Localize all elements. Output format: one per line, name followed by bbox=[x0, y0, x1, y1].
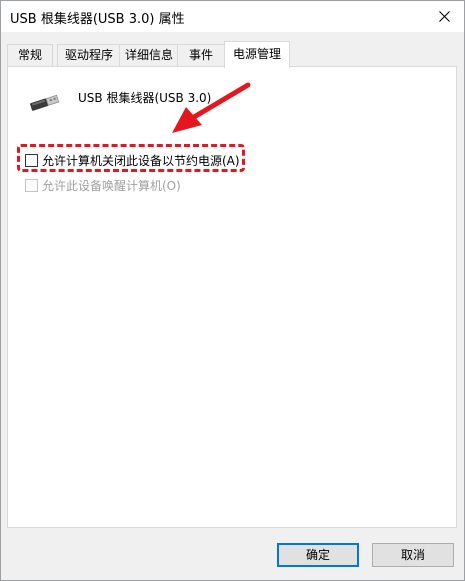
ok-button[interactable]: 确定 bbox=[277, 543, 359, 567]
title-bar[interactable]: USB 根集线器(USB 3.0) 属性 bbox=[1, 1, 464, 32]
tab-strip: 常规 驱动程序 详细信息 事件 电源管理 bbox=[7, 41, 462, 68]
close-icon bbox=[438, 11, 450, 22]
highlight-annotation-box bbox=[17, 144, 245, 172]
allow-wake-option: 允许此设备唤醒计算机(O) bbox=[25, 177, 181, 193]
tab-details[interactable]: 详细信息 bbox=[119, 44, 179, 66]
tab-power-management[interactable]: 电源管理 bbox=[224, 41, 290, 68]
cancel-button[interactable]: 取消 bbox=[372, 543, 454, 567]
usb-plug-icon bbox=[30, 94, 60, 111]
red-arrow-annotation bbox=[172, 82, 251, 133]
allow-wake-checkbox bbox=[25, 178, 38, 192]
close-button[interactable] bbox=[424, 1, 464, 32]
properties-dialog: USB 根集线器(USB 3.0) 属性 常规 驱动程序 详细信息 事件 电源管… bbox=[0, 0, 465, 581]
tab-driver[interactable]: 驱动程序 bbox=[57, 44, 121, 66]
power-management-panel: USB 根集线器(USB 3.0) 允许计算机关闭此设备以节约电源(A) 允许此… bbox=[7, 66, 457, 528]
allow-wake-label: 允许此设备唤醒计算机(O) bbox=[42, 178, 181, 193]
window-title: USB 根集线器(USB 3.0) 属性 bbox=[10, 12, 185, 27]
tab-events[interactable]: 事件 bbox=[177, 44, 225, 66]
tab-general[interactable]: 常规 bbox=[7, 44, 53, 66]
